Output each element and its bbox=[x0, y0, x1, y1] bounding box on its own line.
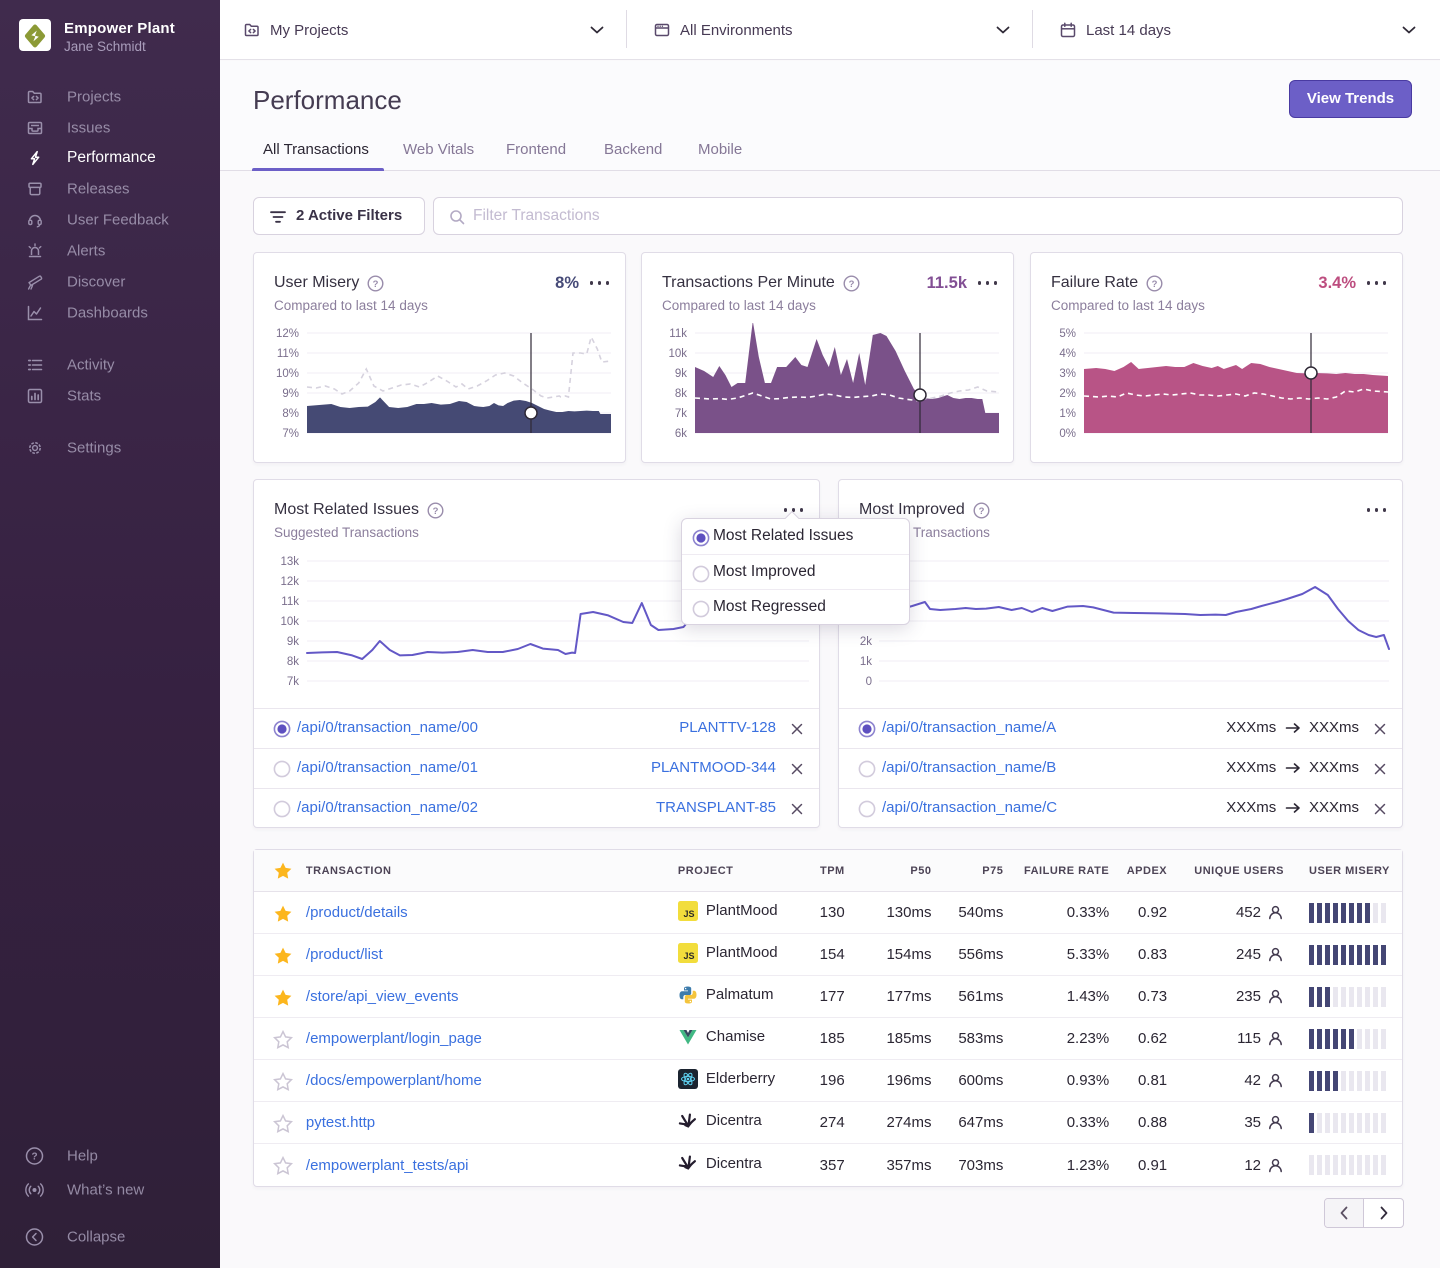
svg-text:2k: 2k bbox=[860, 636, 872, 648]
svg-text:12k: 12k bbox=[280, 576, 299, 588]
svg-text:11k: 11k bbox=[281, 596, 299, 608]
svg-text:7k: 7k bbox=[675, 408, 687, 420]
svg-text:10k: 10k bbox=[668, 348, 687, 360]
svg-text:1k: 1k bbox=[860, 656, 872, 668]
svg-text:8k: 8k bbox=[287, 656, 299, 668]
svg-text:13k: 13k bbox=[280, 556, 299, 568]
svg-text:0%: 0% bbox=[1059, 428, 1076, 440]
svg-text:?: ? bbox=[848, 279, 854, 290]
svg-text:12%: 12% bbox=[276, 328, 299, 340]
svg-text:11%: 11% bbox=[277, 348, 299, 360]
svg-text:?: ? bbox=[1152, 279, 1158, 290]
svg-text:JS: JS bbox=[683, 951, 694, 961]
svg-text:5%: 5% bbox=[1059, 328, 1076, 340]
svg-text:9%: 9% bbox=[282, 388, 299, 400]
svg-text:3%: 3% bbox=[1059, 368, 1076, 380]
svg-text:7k: 7k bbox=[287, 676, 299, 688]
svg-text:?: ? bbox=[978, 506, 984, 517]
svg-text:9k: 9k bbox=[675, 368, 687, 380]
svg-text:8%: 8% bbox=[282, 408, 299, 420]
svg-text:JS: JS bbox=[683, 909, 694, 919]
svg-text:6k: 6k bbox=[675, 428, 687, 440]
svg-text:?: ? bbox=[433, 506, 439, 517]
svg-text:10%: 10% bbox=[276, 368, 299, 380]
svg-text:2%: 2% bbox=[1059, 388, 1076, 400]
svg-text:4%: 4% bbox=[1059, 348, 1076, 360]
svg-text:?: ? bbox=[373, 279, 379, 290]
svg-text:1%: 1% bbox=[1059, 408, 1076, 420]
svg-text:8k: 8k bbox=[675, 388, 687, 400]
svg-text:10k: 10k bbox=[280, 616, 299, 628]
svg-text:7%: 7% bbox=[282, 428, 299, 440]
svg-text:9k: 9k bbox=[287, 636, 299, 648]
svg-text:11k: 11k bbox=[669, 328, 687, 340]
svg-text:?: ? bbox=[31, 1152, 37, 1163]
svg-text:0: 0 bbox=[866, 676, 872, 688]
